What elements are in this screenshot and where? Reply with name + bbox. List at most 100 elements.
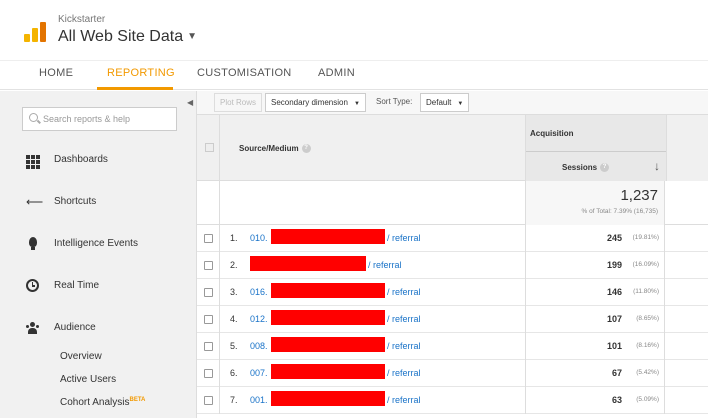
sidebar-item-intelligence-events[interactable]: Intelligence Events — [54, 238, 138, 249]
row-checkbox[interactable] — [204, 396, 213, 405]
sessions-total-cell: 1,237 % of Total: 7.39% (16,735) — [525, 181, 665, 225]
tab-admin[interactable]: ADMIN — [318, 67, 355, 79]
row-index: 2. — [230, 260, 238, 270]
header-divider — [526, 151, 666, 152]
sessions-header[interactable]: Sessions? — [562, 163, 610, 173]
sidebar-subitem-overview[interactable]: Overview — [60, 351, 102, 362]
sessions-percent: (19.81%) — [632, 234, 659, 241]
source-prefix-link[interactable]: 001. — [250, 395, 268, 405]
source-prefix-link[interactable]: 008. — [250, 341, 268, 351]
main-nav: HOME REPORTING CUSTOMISATION ADMIN — [0, 60, 708, 90]
sort-descending-arrow-icon[interactable]: ↓ — [654, 159, 660, 173]
select-all-checkbox[interactable] — [205, 143, 214, 152]
sessions-total-percent: % of Total: 7.39% (16,735) — [581, 208, 658, 215]
source-prefix-link[interactable]: 012. — [250, 314, 268, 324]
row-checkbox[interactable] — [204, 234, 213, 243]
app-header: Kickstarter All Web Site Data ▼ — [0, 0, 708, 60]
chevron-down-icon: ▼ — [457, 101, 464, 107]
sidebar-item-shortcuts[interactable]: Shortcuts — [54, 196, 96, 207]
clock-icon — [26, 279, 40, 293]
sessions-value: 63 — [611, 395, 622, 405]
lightbulb-icon — [26, 237, 40, 251]
column-divider — [219, 333, 220, 360]
sidebar-subitem-active-users[interactable]: Active Users — [60, 374, 116, 385]
plot-rows-button[interactable]: Plot Rows — [214, 93, 263, 112]
source-medium-header[interactable]: Source/Medium? — [239, 144, 311, 154]
medium-link[interactable]: / referral — [368, 260, 402, 270]
medium-link[interactable]: / referral — [387, 233, 421, 243]
table-row: 2. / referral 199 (16.09%) — [197, 252, 708, 279]
analytics-logo-icon[interactable] — [24, 22, 48, 42]
column-divider — [219, 252, 220, 279]
medium-link[interactable]: / referral — [387, 287, 421, 297]
sidebar-subitem-cohort-analysis[interactable]: Cohort AnalysisBETA — [60, 397, 145, 408]
cohort-analysis-label: Cohort Analysis — [60, 397, 130, 408]
collapse-sidebar-icon[interactable]: ◀ — [187, 98, 193, 107]
redaction-bar — [271, 283, 385, 298]
redaction-bar — [271, 310, 385, 325]
sessions-cell: 146 (11.80%) — [525, 279, 665, 306]
sessions-cell: 199 (16.09%) — [525, 252, 665, 279]
medium-link[interactable]: / referral — [387, 368, 421, 378]
source-prefix-link[interactable]: 016. — [250, 287, 268, 297]
beta-badge: BETA — [129, 397, 146, 403]
source-prefix-link[interactable]: 010. — [250, 233, 268, 243]
sidebar-item-dashboards[interactable]: Dashboards — [54, 154, 108, 165]
column-divider — [219, 115, 220, 181]
search-input[interactable]: Search reports & help — [22, 107, 177, 131]
search-placeholder: Search reports & help — [43, 114, 131, 124]
row-index: 5. — [230, 341, 238, 351]
redaction-bar — [271, 229, 385, 244]
sidebar-item-audience[interactable]: Audience — [54, 322, 96, 333]
sessions-value: 199 — [606, 260, 622, 270]
row-index: 4. — [230, 314, 238, 324]
column-divider — [219, 279, 220, 306]
sessions-value: 107 — [606, 314, 622, 324]
row-checkbox[interactable] — [204, 288, 213, 297]
column-divider — [219, 360, 220, 387]
medium-link[interactable]: / referral — [387, 314, 421, 324]
row-index: 7. — [230, 395, 238, 405]
table-toolbar: Plot Rows Secondary dimension ▼ Sort Type… — [197, 91, 708, 115]
sessions-cell: 101 (8.16%) — [525, 333, 665, 360]
row-checkbox[interactable] — [204, 342, 213, 351]
sessions-percent: (8.16%) — [636, 342, 659, 349]
sidebar-item-real-time[interactable]: Real Time — [54, 280, 99, 291]
tab-customisation[interactable]: CUSTOMISATION — [197, 67, 292, 79]
table-row: 7. 001. / referral 63 (5.09%) — [197, 387, 708, 414]
row-index: 3. — [230, 287, 238, 297]
help-icon[interactable]: ? — [301, 144, 311, 154]
caret-down-icon[interactable]: ▼ — [187, 31, 197, 42]
medium-link[interactable]: / referral — [387, 341, 421, 351]
row-checkbox[interactable] — [204, 369, 213, 378]
table-row: 1. 010. / referral 245 (19.81%) — [197, 225, 708, 252]
sort-type-label: Sort Type: — [376, 97, 413, 106]
secondary-dimension-dropdown[interactable]: Secondary dimension ▼ — [265, 93, 366, 112]
acquisition-label: Acquisition — [530, 129, 574, 138]
table-row: 6. 007. / referral 67 (5.42%) — [197, 360, 708, 387]
help-icon[interactable]: ? — [600, 163, 610, 173]
row-checkbox[interactable] — [204, 261, 213, 270]
sessions-total: 1,237 — [620, 187, 658, 204]
tab-reporting[interactable]: REPORTING — [107, 67, 175, 79]
redaction-bar — [271, 391, 385, 406]
totals-row: 1,237 % of Total: 7.39% (16,735) — [197, 181, 708, 225]
sessions-percent: (5.09%) — [636, 396, 659, 403]
secondary-dimension-label: Secondary dimension — [271, 98, 348, 107]
account-name: Kickstarter — [58, 14, 106, 25]
sessions-percent: (8.65%) — [636, 315, 659, 322]
source-prefix-link[interactable]: 007. — [250, 368, 268, 378]
sort-type-dropdown[interactable]: Default ▼ — [420, 93, 470, 112]
sessions-percent: (16.09%) — [632, 261, 659, 268]
row-checkbox[interactable] — [204, 315, 213, 324]
people-icon — [26, 322, 40, 336]
sessions-value: 67 — [611, 368, 622, 378]
tab-home[interactable]: HOME — [39, 67, 73, 79]
redaction-bar — [250, 256, 366, 271]
redaction-bar — [271, 337, 385, 352]
medium-link[interactable]: / referral — [387, 395, 421, 405]
property-selector[interactable]: All Web Site Data ▼ — [58, 28, 197, 46]
property-name: All Web Site Data — [58, 28, 184, 45]
sessions-percent: (11.80%) — [633, 288, 659, 295]
column-divider — [219, 306, 220, 333]
